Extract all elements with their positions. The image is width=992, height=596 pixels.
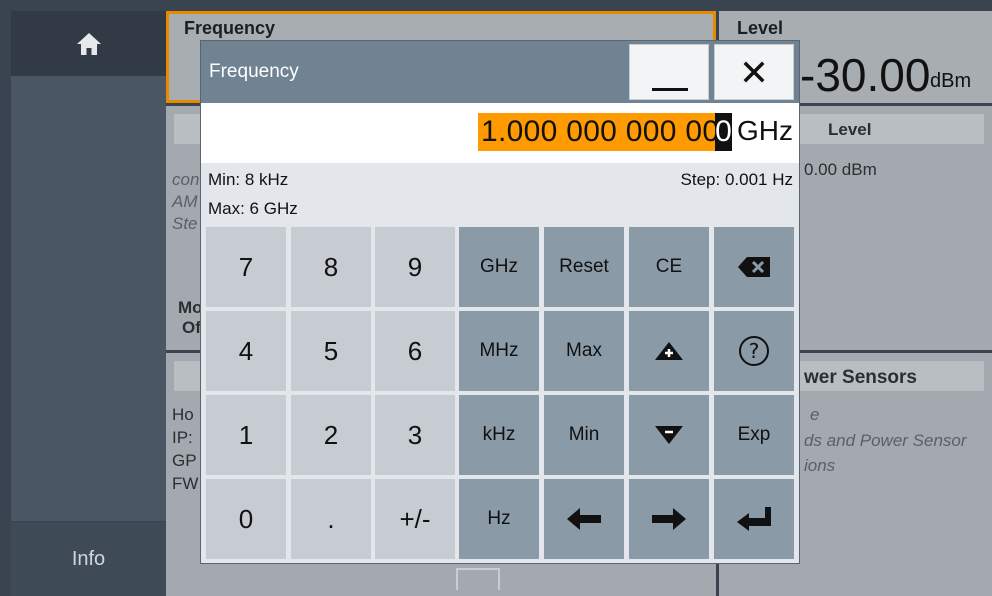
unit-ghz-button[interactable]: GHz [459, 227, 539, 307]
value-unit: GHz [737, 115, 793, 146]
unit-mhz-button[interactable]: MHz [459, 311, 539, 391]
reset-button[interactable]: Reset [544, 227, 624, 307]
svg-text:?: ? [749, 339, 760, 363]
key-label: 6 [407, 335, 423, 366]
limits-area: Min: 8 kHz Max: 6 GHz Step: 0.001 Hz [201, 163, 799, 225]
key-label: MHz [479, 340, 519, 361]
min-button[interactable]: Min [544, 395, 624, 475]
backspace-button[interactable] [714, 227, 794, 307]
modulation-label-1: Mo [178, 298, 203, 317]
key-sign[interactable]: +/- [375, 479, 455, 559]
ce-button[interactable]: CE [629, 227, 709, 307]
key-9[interactable]: 9 [375, 227, 455, 307]
key-label: Min [568, 424, 600, 445]
arrow-up-icon [655, 342, 683, 360]
key-5[interactable]: 5 [291, 311, 371, 391]
key-label: CE [655, 256, 683, 277]
dialog-title: Frequency [209, 61, 299, 82]
increment-button[interactable] [629, 311, 709, 391]
sidebar-panel [11, 76, 166, 521]
power-sensors-line-2: ds and Power Sensor [804, 431, 967, 450]
key-3[interactable]: 3 [375, 395, 455, 475]
key-decimal[interactable]: . [291, 479, 371, 559]
info-button[interactable]: Info [11, 522, 166, 596]
modulation-text-2: AM [172, 192, 198, 211]
key-0[interactable]: 0 [206, 479, 286, 559]
arrow-right-icon [652, 508, 686, 530]
modulation-text-3: Ste [172, 214, 198, 233]
step-label: Step: 0.001 Hz [680, 170, 793, 189]
system-info-line-4: FW [172, 474, 199, 493]
key-label: 7 [238, 251, 254, 282]
key-6[interactable]: 6 [375, 311, 455, 391]
modulation-text-1: con [172, 170, 200, 189]
help-icon: ? [739, 336, 769, 366]
level-detail-value: 0.00 dBm [804, 160, 877, 179]
key-label: Max [566, 340, 602, 361]
minimize-icon [652, 88, 688, 91]
home-icon [76, 32, 101, 55]
key-label: kHz [482, 424, 516, 445]
cursor-left-button[interactable] [544, 479, 624, 559]
max-limit-label: Max: 6 GHz [208, 199, 298, 218]
key-label: . [327, 503, 335, 534]
key-1[interactable]: 1 [206, 395, 286, 475]
level-tile-label: Level [737, 18, 784, 38]
key-4[interactable]: 4 [206, 311, 286, 391]
power-sensors-header-label: wer Sensors [804, 367, 917, 388]
value-text: 1.000 000 000 00 [481, 115, 720, 148]
level-value: -30.00 [800, 49, 931, 101]
key-7[interactable]: 7 [206, 227, 286, 307]
unit-hz-button[interactable]: Hz [459, 479, 539, 559]
power-sensors-line-3: ions [804, 456, 836, 475]
key-label: 9 [407, 251, 423, 282]
dialog-title-bar[interactable]: Frequency [201, 41, 799, 103]
power-sensors-line-1: e [810, 405, 820, 424]
system-info-line-2: IP: [172, 428, 193, 447]
sidebar: Info [0, 0, 166, 596]
level-detail-header-label: Level [828, 120, 872, 139]
key-label: 8 [323, 251, 339, 282]
key-label: GHz [480, 256, 518, 277]
system-info-line-3: GP [172, 451, 197, 470]
frequency-dialog: Frequency 1.000 000 000 00 0 GHz Min: 8 … [200, 40, 800, 564]
level-unit: dBm [930, 70, 972, 92]
system-info-line-1: Ho [172, 405, 194, 424]
key-label: 1 [238, 419, 254, 450]
key-label: +/- [399, 503, 431, 534]
cursor-right-button[interactable] [629, 479, 709, 559]
modulation-label-2: Of [182, 318, 201, 337]
arrow-down-icon [655, 426, 683, 444]
exp-button[interactable]: Exp [714, 395, 794, 475]
cursor-digit: 0 [715, 113, 732, 151]
close-icon [743, 61, 765, 83]
keypad: 7 8 9 GHz Reset CE 4 5 6 MHz Max ? 1 2 3… [201, 225, 799, 563]
key-label: Exp [737, 424, 771, 445]
key-label: 0 [238, 503, 254, 534]
key-label: Reset [559, 256, 609, 277]
frequency-tile-label: Frequency [184, 18, 276, 38]
info-label: Info [71, 547, 106, 570]
enter-button[interactable] [714, 479, 794, 559]
key-label: 4 [238, 335, 254, 366]
max-button[interactable]: Max [544, 311, 624, 391]
key-2[interactable]: 2 [291, 395, 371, 475]
key-label: 5 [323, 335, 339, 366]
unit-khz-button[interactable]: kHz [459, 395, 539, 475]
minimize-button[interactable] [629, 44, 709, 100]
key-label: 2 [323, 419, 339, 450]
enter-icon [737, 507, 771, 531]
help-button[interactable]: ? [714, 311, 794, 391]
keyboard-icon[interactable] [456, 568, 500, 590]
key-label: 3 [407, 419, 423, 450]
decrement-button[interactable] [629, 395, 709, 475]
min-limit-label: Min: 8 kHz [208, 170, 289, 189]
value-input[interactable]: 1.000 000 000 00 0 GHz [201, 103, 799, 163]
close-button[interactable] [714, 44, 794, 100]
key-8[interactable]: 8 [291, 227, 371, 307]
key-label: Hz [487, 508, 511, 529]
arrow-left-icon [567, 508, 601, 530]
home-button[interactable] [11, 11, 166, 76]
backspace-icon [738, 257, 770, 277]
